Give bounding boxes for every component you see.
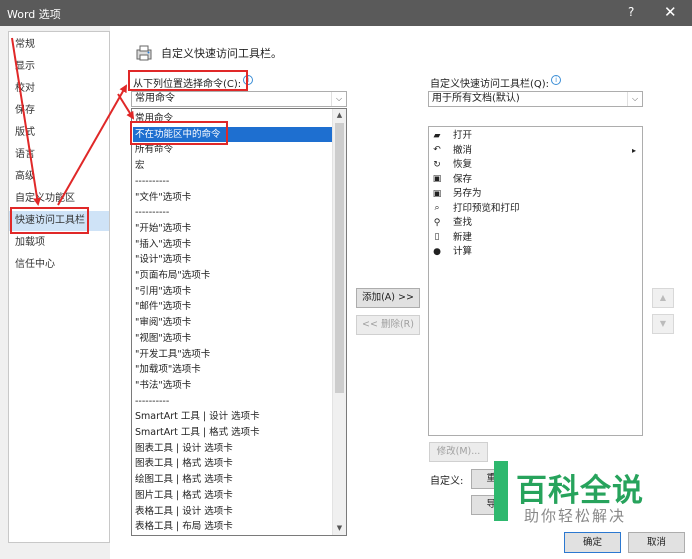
- arrow-to-dropdown-item: [117, 93, 135, 120]
- watermark-logo: [494, 461, 508, 521]
- word-options-dialog: Word 选项 ? ✕ 常规 显示 校对 保存 版式 语言 高级 自定义功能区 快速访问工具栏加…: [0, 0, 692, 559]
- arrow-to-choose-label: [57, 84, 127, 206]
- arrow-to-nav: [11, 37, 42, 206]
- watermark-subtitle: 助你轻松解决: [524, 507, 627, 525]
- watermark-title: 百科全说: [516, 473, 644, 509]
- watermark: 百科全说 助你轻松解决: [494, 461, 668, 527]
